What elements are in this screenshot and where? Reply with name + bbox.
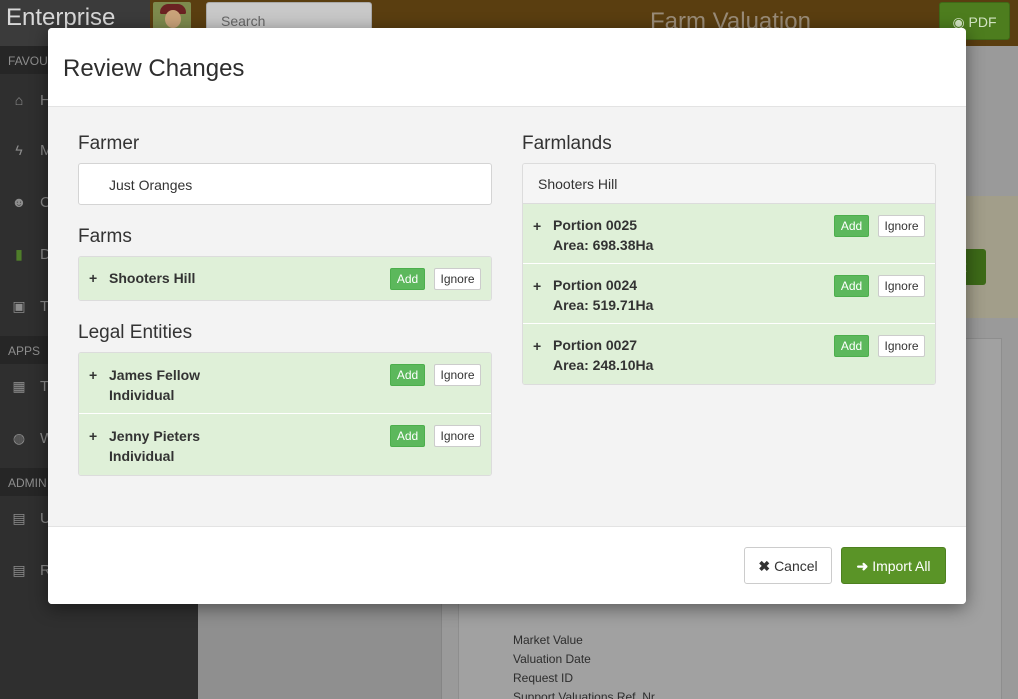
portion-area: Area: 248.10Ha <box>553 357 654 373</box>
list-item: + Portion 0024 Area: 519.71Ha Add Ignore <box>523 264 935 324</box>
expand-icon[interactable]: + <box>89 270 97 286</box>
modal-body: Farmer Just Oranges Farms + Shooters Hil… <box>48 107 966 526</box>
farmer-heading: Farmer <box>78 133 140 154</box>
ignore-button[interactable]: Ignore <box>434 268 481 290</box>
sign-in-icon: ➜ <box>856 558 869 574</box>
ignore-button[interactable]: Ignore <box>434 425 481 447</box>
ignore-button[interactable]: Ignore <box>878 215 925 237</box>
legal-entities-list: + James Fellow Individual Add Ignore + J… <box>78 352 492 476</box>
portion-area: Area: 698.38Ha <box>553 237 654 253</box>
expand-icon[interactable]: + <box>533 338 541 354</box>
import-all-button[interactable]: ➜ Import All <box>841 547 946 584</box>
ignore-button[interactable]: Ignore <box>434 364 481 386</box>
portion-area: Area: 519.71Ha <box>553 297 654 313</box>
entity-type: Individual <box>109 448 175 464</box>
add-button[interactable]: Add <box>834 275 869 297</box>
portion-name: Portion 0024 <box>553 277 638 293</box>
expand-icon[interactable]: + <box>533 218 541 234</box>
entity-name: Jenny Pieters <box>109 428 201 444</box>
list-item: + Shooters Hill Add Ignore <box>79 257 491 300</box>
add-button[interactable]: Add <box>834 335 869 357</box>
add-button[interactable]: Add <box>834 215 869 237</box>
entity-name: James Fellow <box>109 367 201 383</box>
add-button[interactable]: Add <box>390 364 425 386</box>
cancel-label: Cancel <box>774 558 818 574</box>
add-button[interactable]: Add <box>390 425 425 447</box>
list-item: + Portion 0025 Area: 698.38Ha Add Ignore <box>523 204 935 264</box>
entity-type: Individual <box>109 387 175 403</box>
farms-heading: Farms <box>78 226 132 247</box>
list-item: + James Fellow Individual Add Ignore <box>79 353 491 414</box>
portion-name: Portion 0025 <box>553 217 638 233</box>
expand-icon[interactable]: + <box>89 367 97 383</box>
farmer-field[interactable]: Just Oranges <box>78 163 492 205</box>
portion-name: Portion 0027 <box>553 337 638 353</box>
cancel-button[interactable]: ✖ Cancel <box>744 547 832 584</box>
modal-title: Review Changes <box>63 55 245 82</box>
farms-list: + Shooters Hill Add Ignore <box>78 256 492 301</box>
add-button[interactable]: Add <box>390 268 425 290</box>
farm-name: Shooters Hill <box>109 270 196 286</box>
modal-footer: ✖ Cancel ➜ Import All <box>48 526 966 604</box>
expand-icon[interactable]: + <box>89 428 97 444</box>
close-icon: ✖ <box>758 558 771 574</box>
ignore-button[interactable]: Ignore <box>878 335 925 357</box>
farmland-group-header: Shooters Hill <box>523 164 935 204</box>
ignore-button[interactable]: Ignore <box>878 275 925 297</box>
modal-header: Review Changes <box>48 28 966 107</box>
farmlands-heading: Farmlands <box>522 133 612 154</box>
import-label: Import All <box>872 558 931 574</box>
list-item: + Portion 0027 Area: 248.10Ha Add Ignore <box>523 324 935 384</box>
expand-icon[interactable]: + <box>533 278 541 294</box>
review-changes-modal: Review Changes Farmer Just Oranges Farms… <box>48 28 966 604</box>
legal-entities-heading: Legal Entities <box>78 322 193 343</box>
list-item: + Jenny Pieters Individual Add Ignore <box>79 414 491 475</box>
farmlands-panel: Shooters Hill + Portion 0025 Area: 698.3… <box>522 163 936 385</box>
